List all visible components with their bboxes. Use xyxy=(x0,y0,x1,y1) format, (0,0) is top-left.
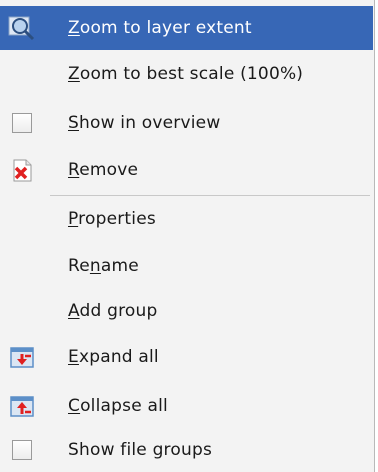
menu-item-label: Rename xyxy=(68,256,139,276)
menu-item-zoom-to-layer-extent[interactable]: Zoom to layer extent xyxy=(0,6,373,50)
menu-item-label: Show file groups xyxy=(68,440,212,460)
remove-icon xyxy=(8,156,36,184)
menu-item-label: Properties xyxy=(68,209,156,229)
menu-item-label: Zoom to best scale (100%) xyxy=(68,64,304,84)
checkbox-unchecked-icon[interactable] xyxy=(8,436,36,464)
context-menu: Zoom to layer extent Zoom to best scale … xyxy=(0,0,375,472)
menu-item-show-in-overview[interactable]: Show in overview xyxy=(0,101,373,145)
menu-item-collapse-all[interactable]: Collapse all xyxy=(0,384,373,428)
zoom-layer-icon xyxy=(8,14,36,42)
collapse-all-icon xyxy=(8,392,36,420)
menu-item-label: Expand all xyxy=(68,347,159,367)
menu-item-show-file-groups[interactable]: Show file groups xyxy=(0,428,373,472)
menu-item-remove[interactable]: Remove xyxy=(0,148,373,192)
menu-item-label: Show in overview xyxy=(68,113,221,133)
menu-separator xyxy=(50,195,370,196)
menu-item-add-group[interactable]: Add group xyxy=(0,289,373,333)
menu-item-label: Zoom to layer extent xyxy=(68,18,252,38)
menu-item-label: Collapse all xyxy=(68,396,168,416)
expand-all-icon xyxy=(8,343,36,371)
checkbox-unchecked-icon[interactable] xyxy=(8,109,36,137)
menu-item-expand-all[interactable]: Expand all xyxy=(0,335,373,379)
menu-item-label: Add group xyxy=(68,301,158,321)
menu-item-properties[interactable]: Properties xyxy=(0,197,373,241)
menu-item-rename[interactable]: Rename xyxy=(0,244,373,288)
menu-item-zoom-to-best-scale[interactable]: Zoom to best scale (100%) xyxy=(0,52,373,96)
menu-item-label: Remove xyxy=(68,160,139,180)
